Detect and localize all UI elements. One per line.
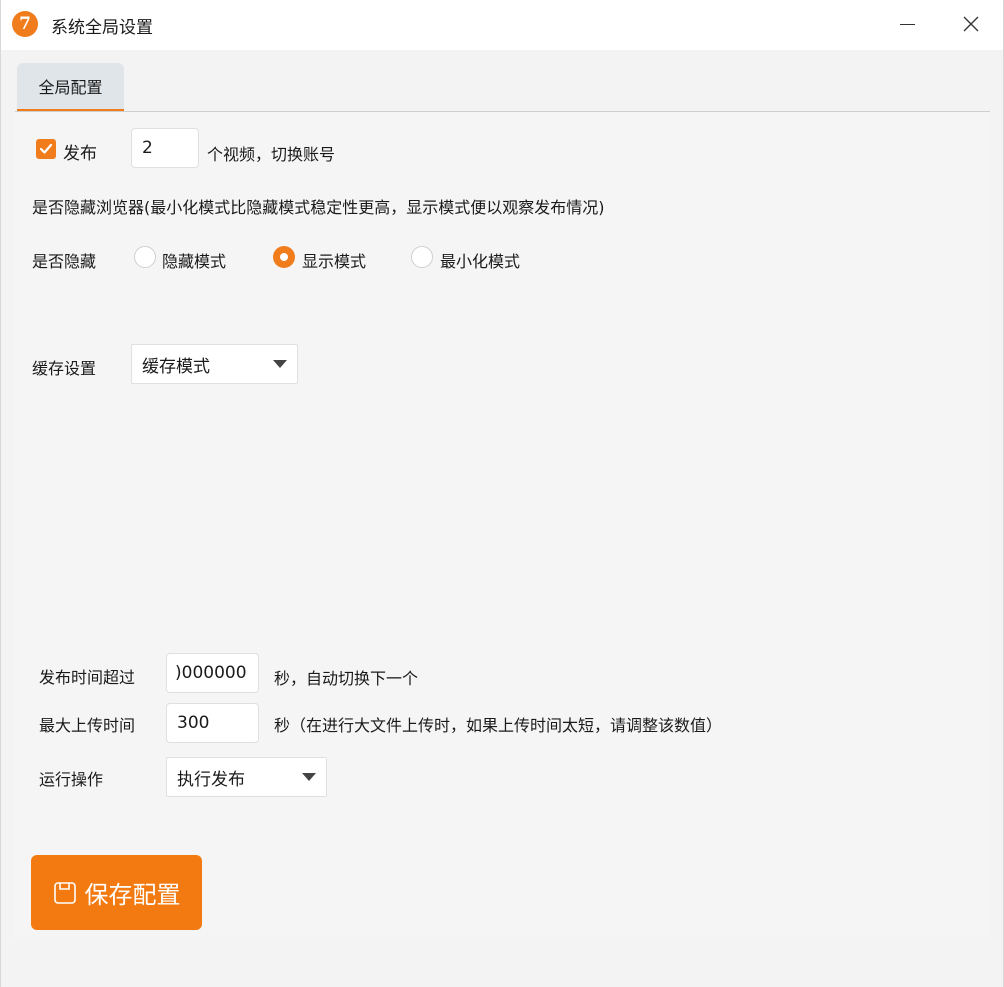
publish-label: 发布: [63, 144, 97, 164]
tab-global-config[interactable]: 全局配置: [17, 63, 124, 111]
config-panel: 发布 2 个视频，切换账号 是否隐藏浏览器(最小化模式比隐藏模式稳定性更高，显示…: [15, 112, 990, 939]
chevron-down-icon: [302, 773, 316, 781]
radio-display-mode-label: 显示模式: [302, 252, 367, 271]
browser-hide-label: 是否隐藏: [32, 252, 97, 271]
chevron-down-icon: [273, 360, 287, 368]
settings-window: 7 系统全局设置 全局配置 发布 2 个视频，切换账号 是否隐藏浏览器(最小化模…: [0, 0, 1004, 987]
window-title: 系统全局设置: [51, 18, 153, 38]
radio-minimize-mode-label: 最小化模式: [440, 252, 521, 271]
radio-display-mode[interactable]: [273, 246, 295, 268]
title-bar: 7 系统全局设置: [1, 0, 1003, 50]
radio-minimize-mode[interactable]: [411, 246, 433, 268]
run-action-label: 运行操作: [39, 770, 104, 789]
radio-hidden-mode[interactable]: [134, 246, 156, 268]
save-icon: [53, 881, 76, 904]
run-action-select[interactable]: 执行发布: [166, 757, 327, 797]
publish-timeout-input[interactable]: )000000: [166, 653, 259, 693]
max-upload-label: 最大上传时间: [39, 716, 136, 735]
publish-count-suffix: 个视频，切换账号: [207, 145, 336, 164]
publish-checkbox[interactable]: [36, 139, 56, 159]
cache-settings-label: 缓存设置: [32, 359, 97, 378]
publish-count-input[interactable]: 2: [131, 128, 199, 168]
close-icon: [963, 16, 979, 32]
radio-hidden-mode-label: 隐藏模式: [162, 252, 227, 271]
publish-timeout-label: 发布时间超过: [39, 668, 136, 687]
save-config-button[interactable]: 保存配置: [31, 855, 202, 930]
minimize-icon: [899, 23, 915, 25]
max-upload-input[interactable]: 300: [166, 703, 259, 743]
tab-bar: 全局配置: [15, 50, 990, 112]
checkmark-icon: [39, 143, 53, 154]
app-logo-icon: 7: [12, 11, 38, 37]
max-upload-suffix: 秒（在进行大文件上传时，如果上传时间太短，请调整该数值）: [274, 716, 723, 735]
close-button[interactable]: [943, 0, 999, 48]
publish-timeout-suffix: 秒，自动切换下一个: [274, 669, 419, 688]
browser-hide-description: 是否隐藏浏览器(最小化模式比隐藏模式稳定性更高，显示模式便以观察发布情况): [32, 198, 605, 217]
minimize-button[interactable]: [879, 0, 935, 48]
cache-mode-select[interactable]: 缓存模式: [131, 344, 298, 384]
